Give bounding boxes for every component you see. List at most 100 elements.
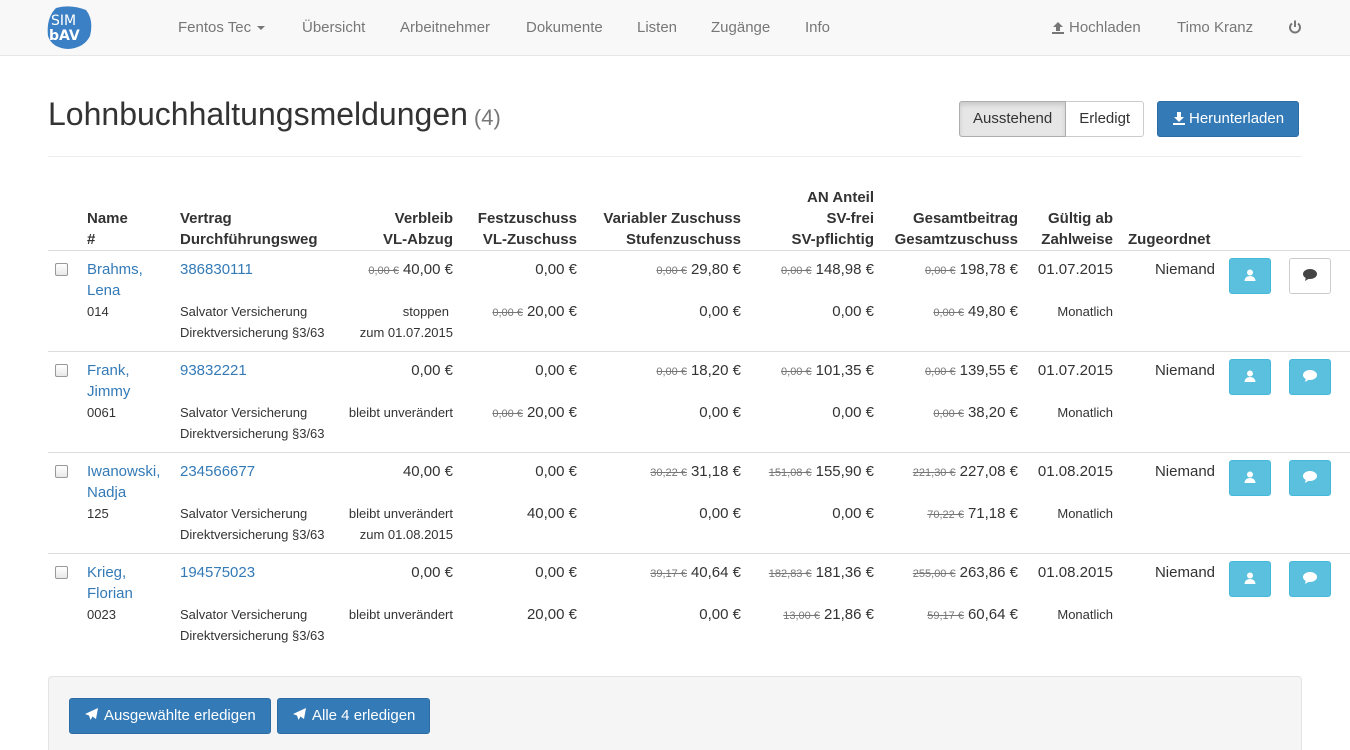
send-icon [84,701,99,735]
implementation-way: Direktversicherung §3/63 [180,527,325,542]
contract-number-link[interactable]: 234566677 [180,461,255,482]
current-value: 155,90 € [815,463,874,480]
filter-done-button[interactable]: Erledigt [1066,101,1145,137]
insurance-provider: Salvator Versicherung [180,304,308,319]
nav-user[interactable]: Timo Kranz [1177,0,1253,55]
page-title: Lohnbuchhaltungsmeldungen [48,96,468,132]
comment-button[interactable] [1289,561,1331,597]
assigned-to: Niemand [1154,463,1215,480]
contract-number-link[interactable]: 93832221 [180,360,247,381]
employee-firstname-link[interactable]: Florian [87,583,133,604]
current-value: 227,08 € [959,463,1018,480]
nav-company-label: Fentos Tec [178,19,252,36]
current-value: 0,00 € [535,564,577,581]
nav-dokumente[interactable]: Dokumente [526,0,603,55]
power-icon [1288,20,1302,34]
employee-name-link[interactable]: Krieg, [87,562,126,583]
assigned-to: Niemand [1154,564,1215,581]
complete-selected-button[interactable]: Ausgewählte erledigen [69,698,271,734]
total-subsidy-value: 70,22 €71,18 € [927,503,1018,526]
brand-line-1: SIM [51,13,76,29]
row-checkbox[interactable] [55,364,68,377]
employee-firstname-link[interactable]: Nadja [87,482,126,503]
current-value: 49,80 € [967,303,1018,320]
step-subsidy-value: 0,00 € [699,503,741,524]
row-checkbox[interactable] [55,263,68,276]
current-value: 0,00 € [699,303,741,320]
implementation-way: Direktversicherung §3/63 [180,426,325,441]
total-contribution-value: 0,00 €139,55 € [925,360,1018,383]
contract-number-link[interactable]: 194575023 [180,562,255,583]
nav-uebersicht[interactable]: Übersicht [302,0,365,55]
previous-value: 0,00 € [492,307,523,319]
an-sv-liable-value: 0,00 € [832,503,874,524]
verbleib-value: 0,00 € [411,562,453,583]
nav-upload[interactable]: Hochladen [1051,0,1141,55]
employee-name-link[interactable]: Frank, [87,360,130,381]
payment-frequency: Monatlich [1057,405,1113,420]
current-value: 148,98 € [815,261,874,278]
current-value: 0,00 € [699,505,741,522]
user-icon [1243,470,1257,487]
navbar: SIM bAV Fentos Tec Übersicht Arbeitnehme… [0,0,1350,56]
current-value: 198,78 € [959,261,1018,278]
previous-value: 39,17 € [650,568,687,580]
download-button[interactable]: Herunterladen [1157,101,1300,138]
previous-value: 0,00 € [925,366,956,378]
insurance-provider: Salvator Versicherung [180,607,308,622]
assign-user-button[interactable] [1229,359,1271,395]
previous-value: 0,00 € [656,366,687,378]
nav-zugaenge[interactable]: Zugänge [711,0,770,55]
current-value: 0,00 € [832,505,874,522]
current-value: 40,00 € [402,261,453,278]
employee-number: 014 [87,304,109,319]
current-value: 0,00 € [832,404,874,421]
valid-from-date: 01.07.2015 [1037,362,1113,379]
filter-pending-button[interactable]: Ausstehend [959,101,1067,137]
current-value: 31,18 € [690,463,741,480]
vl-subsidy-value: 0,00 €20,00 € [492,301,577,324]
nav-arbeitnehmer[interactable]: Arbeitnehmer [400,0,490,55]
total-contribution-value: 0,00 €198,78 € [925,259,1018,282]
comment-icon [1302,470,1318,487]
nav-listen[interactable]: Listen [637,0,677,55]
nav-logout[interactable] [1288,0,1306,55]
complete-all-button[interactable]: Alle 4 erledigen [277,698,431,734]
row-checkbox[interactable] [55,566,68,579]
row-checkbox[interactable] [55,465,68,478]
caret-down-icon [257,26,266,31]
employee-firstname-link[interactable]: Lena [87,280,120,301]
comment-button[interactable] [1289,359,1331,395]
employee-name-link[interactable]: Iwanowski, [87,461,160,482]
current-value: 38,20 € [967,404,1018,421]
brand-line-2: bAV [49,28,80,44]
brand-logo[interactable]: SIM bAV [46,6,94,50]
page-count: (4) [473,105,501,130]
current-value: 101,35 € [815,362,874,379]
col-gueltig-ab: Gültig ab Zahlweise [1041,210,1113,248]
download-icon [1172,104,1186,138]
fixed-subsidy-value: 0,00 € [535,461,577,482]
previous-value: 0,00 € [925,265,956,277]
table-header-divider [48,250,1350,251]
comment-button[interactable] [1289,460,1331,496]
assign-user-button[interactable] [1229,561,1271,597]
employee-name-link[interactable]: Brahms, [87,259,143,280]
status-filter-group: Ausstehend Erledigt [959,101,1145,137]
current-value: 40,64 € [690,564,741,581]
row-divider [48,553,1350,554]
current-value: 20,00 € [526,606,577,623]
comment-button[interactable] [1289,258,1331,294]
contract-number-link[interactable]: 386830111 [180,259,253,280]
employee-firstname-link[interactable]: Jimmy [87,381,130,402]
nav-company-dropdown[interactable]: Fentos Tec [178,0,266,55]
previous-value: 0,00 € [492,408,523,420]
assign-user-button[interactable] [1229,460,1271,496]
step-subsidy-value: 0,00 € [699,604,741,625]
current-value: 0,00 € [535,362,577,379]
current-value: 139,55 € [959,362,1018,379]
nav-info[interactable]: Info [805,0,830,55]
header-divider [48,156,1302,157]
assign-user-button[interactable] [1229,258,1271,294]
current-value: 0,00 € [699,404,741,421]
